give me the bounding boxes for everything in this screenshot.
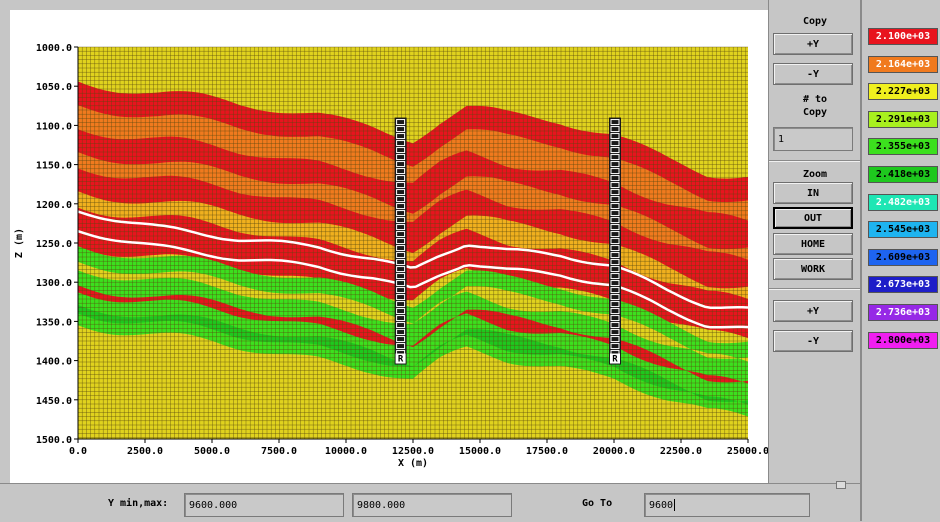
y-tick-label: 1000.0 bbox=[36, 43, 72, 54]
x-tick-label: 5000.0 bbox=[194, 446, 230, 457]
y-tick-label: 1500.0 bbox=[36, 435, 72, 446]
divider bbox=[769, 288, 861, 290]
resize-handle[interactable] bbox=[836, 481, 846, 489]
x-tick-label: 20000.0 bbox=[593, 446, 635, 457]
y-tick-label: 1200.0 bbox=[36, 200, 72, 211]
zoom-in-button[interactable]: IN bbox=[773, 182, 853, 204]
x-tick-label: 0.0 bbox=[69, 446, 87, 457]
y-min-field[interactable]: 9600.000 bbox=[184, 493, 344, 517]
nav-plus-y-button[interactable]: +Y bbox=[773, 300, 853, 322]
zoom-out-button[interactable]: OUT bbox=[773, 207, 853, 229]
copy-minus-y-button[interactable]: -Y bbox=[773, 63, 853, 85]
legend-item: 2.545e+03 bbox=[868, 221, 938, 239]
num-to-copy-input[interactable]: 1 bbox=[773, 127, 853, 151]
legend-item: 2.418e+03 bbox=[868, 166, 938, 183]
goto-label: Go To bbox=[582, 498, 613, 509]
text-cursor bbox=[674, 499, 676, 511]
legend-item: 2.227e+03 bbox=[868, 83, 938, 101]
y-tick-label: 1050.0 bbox=[36, 82, 72, 93]
num-to-copy-label-2: Copy bbox=[802, 107, 828, 118]
legend-item: 2.609e+03 bbox=[868, 248, 938, 266]
plot-frame: R R 0.0 2500.0 5000.0 7500.0 10000.0 12500.0 150… bbox=[0, 0, 768, 483]
x-tick-label: 25000.0 bbox=[727, 446, 768, 457]
legend-item: 2.100e+03 bbox=[868, 28, 938, 45]
x-tick-label: 7500.0 bbox=[261, 446, 297, 457]
legend-item: 2.800e+03 bbox=[868, 331, 938, 349]
x-tick-label: 2500.0 bbox=[127, 446, 163, 457]
color-legend: 2.100e+03 2.164e+03 2.227e+03 2.291e+03 2.35… bbox=[860, 0, 940, 521]
bottom-bar: Y min,max: 9600.000 9800.000 Go To 9600 bbox=[0, 483, 860, 522]
y-max-field[interactable]: 9800.000 bbox=[352, 493, 512, 517]
x-tick-label: 22500.0 bbox=[660, 446, 702, 457]
zoom-title: Zoom bbox=[802, 169, 828, 180]
goto-value: 9600 bbox=[649, 499, 674, 511]
legend-item: 2.736e+03 bbox=[868, 304, 938, 321]
legend-item: 2.164e+03 bbox=[868, 55, 938, 73]
zoom-home-button[interactable]: HOME bbox=[773, 233, 853, 255]
y-tick-label: 1150.0 bbox=[36, 161, 72, 172]
x-tick-label: 15000.0 bbox=[459, 446, 501, 457]
y-tick-label: 1400.0 bbox=[36, 357, 72, 368]
divider bbox=[769, 160, 861, 162]
num-to-copy-label-1: # to bbox=[802, 94, 828, 105]
x-tick-label: 17500.0 bbox=[526, 446, 568, 457]
x-axis-label: X (m) bbox=[398, 458, 428, 469]
y-tick-label: 1100.0 bbox=[36, 121, 72, 132]
y-tick-label: 1450.0 bbox=[36, 396, 72, 407]
nav-minus-y-button[interactable]: -Y bbox=[773, 330, 853, 352]
legend-item: 2.291e+03 bbox=[868, 110, 938, 128]
y-tick-label: 1350.0 bbox=[36, 317, 72, 328]
copy-plus-y-button[interactable]: +Y bbox=[773, 33, 853, 55]
cross-section-plot[interactable]: R R 0.0 2500.0 5000.0 7500.0 10000.0 12500.0 150… bbox=[0, 0, 768, 483]
side-panel: Copy +Y -Y # to Copy 1 Zoom IN OUT HOME … bbox=[768, 0, 861, 483]
y-tick-label: 1300.0 bbox=[36, 278, 72, 289]
copy-title: Copy bbox=[802, 16, 828, 27]
legend-item: 2.482e+03 bbox=[868, 193, 938, 211]
zoom-work-button[interactable]: WORK bbox=[773, 258, 853, 280]
x-tick-label: 12500.0 bbox=[392, 446, 434, 457]
goto-input[interactable]: 9600 bbox=[644, 493, 810, 517]
legend-item: 2.355e+03 bbox=[868, 138, 938, 156]
x-tick-label: 10000.0 bbox=[325, 446, 367, 457]
well-label: R bbox=[612, 355, 618, 365]
y-tick-label: 1250.0 bbox=[36, 239, 72, 250]
y-axis-label: Z (m) bbox=[14, 228, 25, 258]
y-range-label: Y min,max: bbox=[108, 498, 169, 509]
legend-item: 2.673e+03 bbox=[868, 276, 938, 294]
well-label: R bbox=[398, 355, 404, 365]
